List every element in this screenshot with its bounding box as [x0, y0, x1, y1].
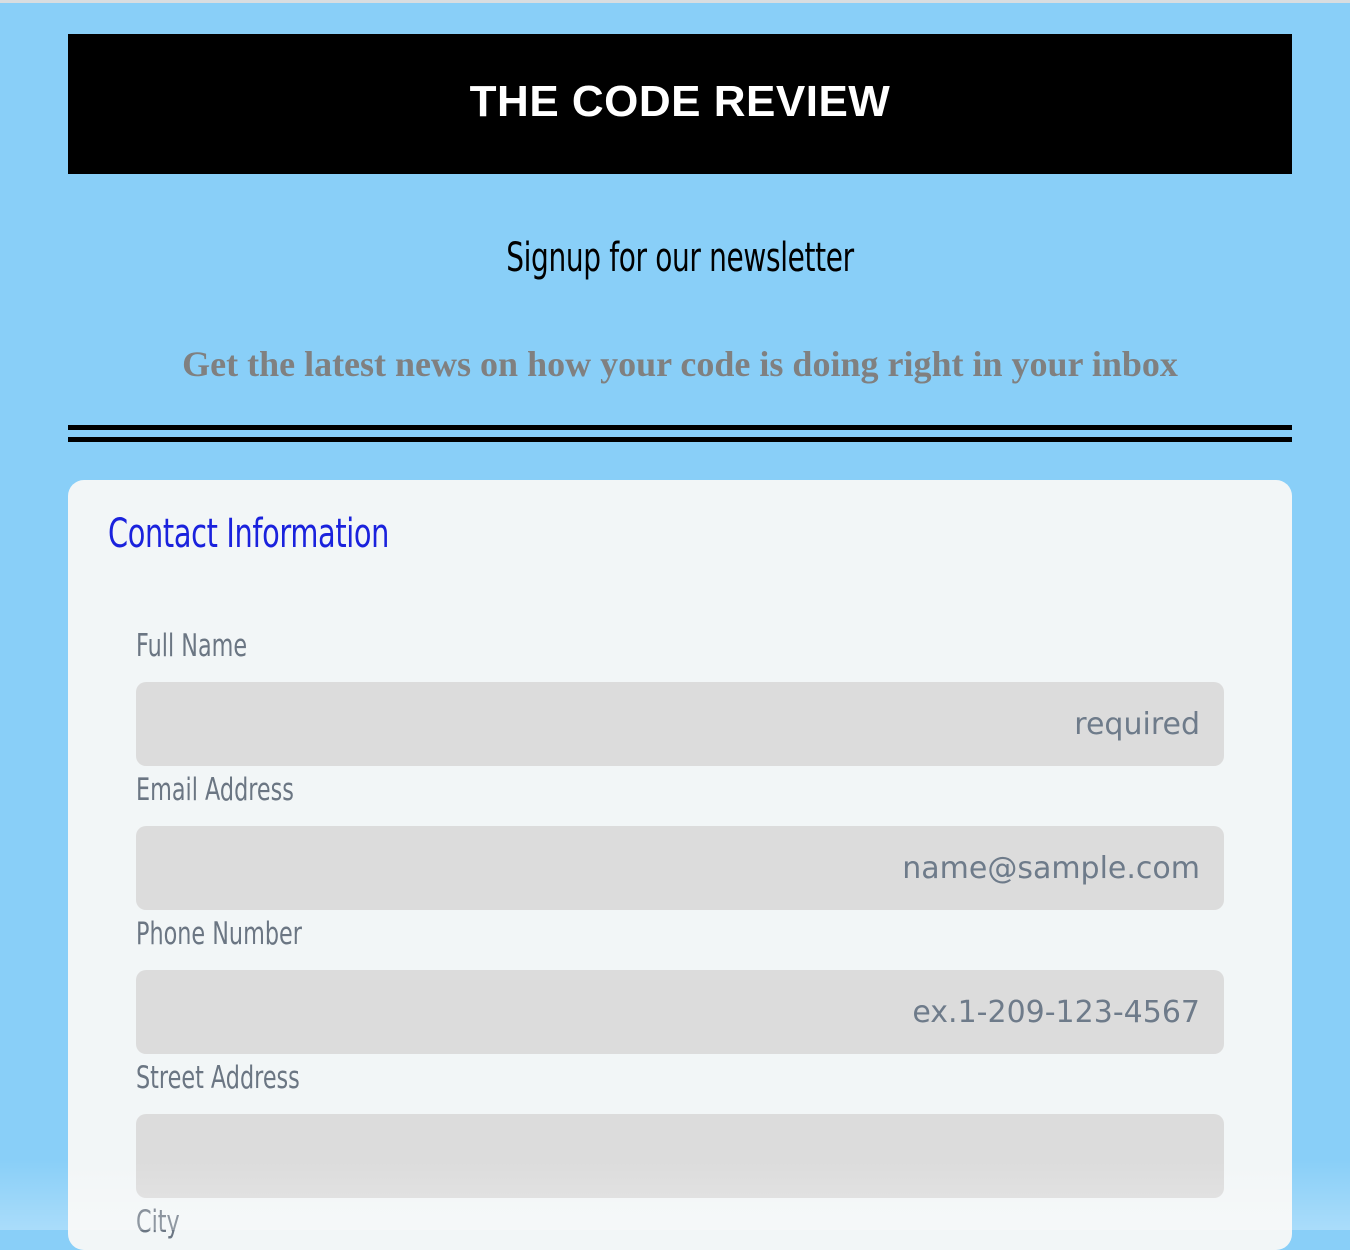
street-address-input[interactable]	[136, 1114, 1224, 1198]
street-address-label: Street Address	[136, 1060, 300, 1096]
full-name-label: Full Name	[136, 628, 248, 664]
site-header: THE CODE REVIEW	[68, 34, 1292, 174]
site-title: THE CODE REVIEW	[469, 77, 891, 126]
phone-number-input[interactable]	[136, 970, 1224, 1054]
newsletter-tagline: Get the latest news on how your code is …	[182, 344, 1178, 384]
newsletter-headline: Signup for our newsletter	[506, 235, 854, 281]
email-address-label: Email Address	[136, 772, 294, 808]
window-top-edge	[0, 0, 1350, 3]
email-address-input[interactable]	[136, 826, 1224, 910]
city-label: City	[136, 1204, 180, 1240]
signup-form: Contact Information Full Name Email Addr…	[68, 480, 1292, 1250]
phone-number-label: Phone Number	[136, 916, 302, 952]
contact-information-heading: Contact Information	[108, 511, 390, 557]
full-name-input[interactable]	[136, 682, 1224, 766]
double-divider	[68, 425, 1292, 442]
